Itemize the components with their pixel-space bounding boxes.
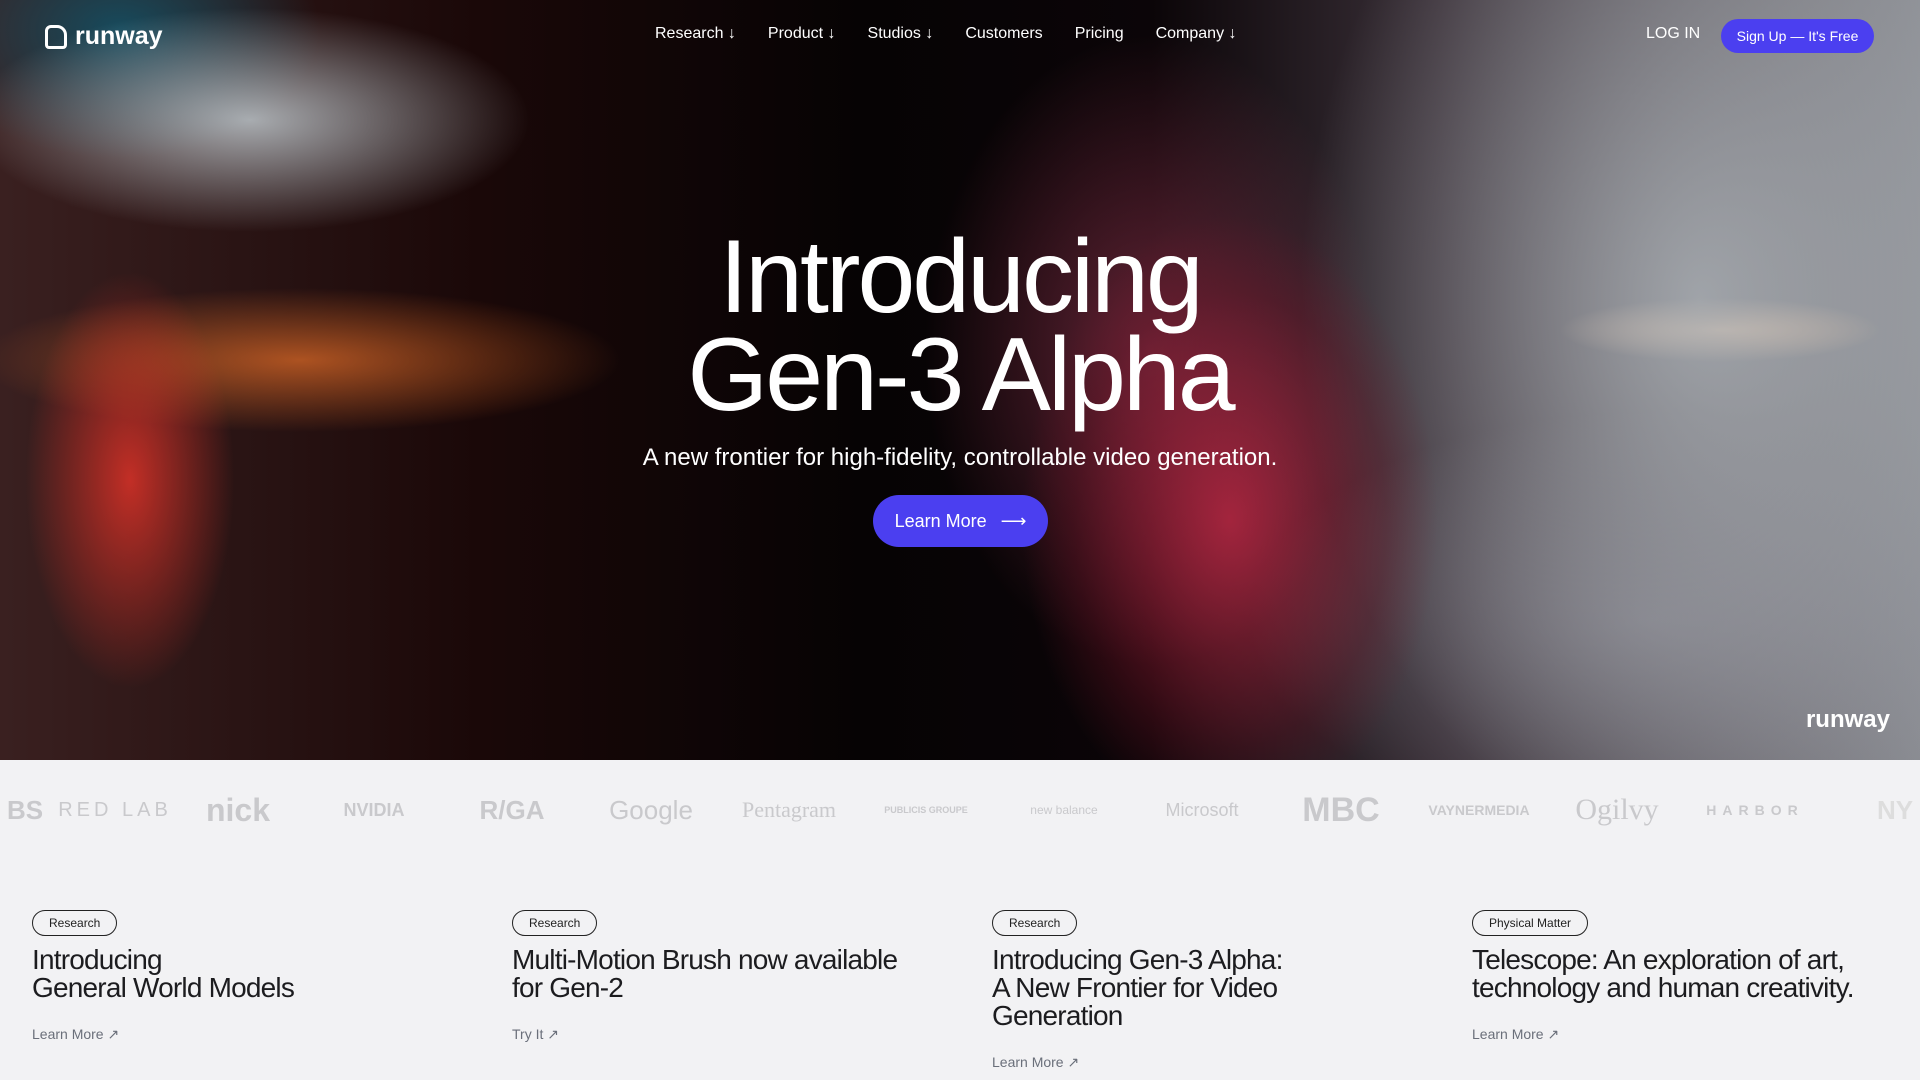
top-nav: runway Research ↓ Product ↓ Studios ↓ Cu… <box>0 0 1920 70</box>
learn-more-label: Learn More <box>894 510 987 531</box>
nav-pricing[interactable]: Pricing <box>1075 25 1124 43</box>
nav-company[interactable]: Company ↓ <box>1156 25 1237 43</box>
runway-logo-icon <box>45 24 67 49</box>
card-link[interactable]: Learn More ↗ <box>1472 1026 1892 1043</box>
nav-product[interactable]: Product ↓ <box>768 25 836 43</box>
nav-customers[interactable]: Customers <box>965 25 1042 43</box>
news-card[interactable]: Research Introducing General World Model… <box>32 910 452 1043</box>
signup-button[interactable]: Sign Up — It's Free <box>1721 19 1874 53</box>
card-title: Multi-Motion Brush now available for Gen… <box>512 944 898 1003</box>
login-link[interactable]: LOG IN <box>1646 25 1700 43</box>
logo-rga: R/GA <box>479 794 545 825</box>
logo-ogilvy: Ogilvy <box>1575 793 1659 826</box>
hero-title: Introducing Gen-3 Alpha <box>0 219 1920 433</box>
brand-name: runway <box>75 22 163 50</box>
logo-red-lab: RED LAB <box>58 798 172 821</box>
hero-title-line1: Introducing <box>719 219 1204 335</box>
card-title: Introducing Gen-3 Alpha: A New Frontier … <box>992 944 1283 1031</box>
logo-yankees: NY <box>1876 794 1914 825</box>
card-link[interactable]: Learn More ↗ <box>32 1026 452 1043</box>
runway-watermark: runway <box>1805 706 1890 733</box>
card-link[interactable]: Try It ↗ <box>512 1026 932 1043</box>
logo-nick: nick <box>205 791 271 828</box>
runway-logo[interactable]: runway <box>45 22 163 51</box>
logo-nvidia: NVIDIA <box>343 799 405 820</box>
logo-new-balance: new balance <box>1030 803 1098 817</box>
logo-microsoft: Microsoft <box>1165 799 1239 820</box>
logo-harbor: HARBOR <box>1706 802 1804 818</box>
tag-badge: Research <box>992 910 1078 936</box>
hero-title-line2: Gen-3 Alpha <box>687 317 1235 433</box>
logo-cbs: BS <box>6 794 44 825</box>
tag-badge: Research <box>32 910 118 936</box>
card-link[interactable]: Learn More ↗ <box>992 1054 1412 1071</box>
logo-publicis: PUBLICIS GROUPE <box>884 805 968 815</box>
learn-more-button[interactable]: Learn More ⟶ <box>873 495 1048 547</box>
hero-subtitle: A new frontier for high-fidelity, contro… <box>642 444 1278 471</box>
tag-badge: Physical Matter <box>1472 910 1589 936</box>
arrow-right-icon: ⟶ <box>1000 510 1027 531</box>
logo-mbc: MBC <box>1302 790 1380 829</box>
nav-studios[interactable]: Studios ↓ <box>868 25 934 43</box>
news-card[interactable]: Physical Matter Telescope: An exploratio… <box>1472 910 1892 1043</box>
logo-google: Google <box>609 794 693 825</box>
logo-pentagram: Pentagram <box>741 797 837 822</box>
hero-section: runway Research ↓ Product ↓ Studios ↓ Cu… <box>0 0 1920 760</box>
news-card[interactable]: Research Multi-Motion Brush now availabl… <box>512 910 932 1043</box>
nav-research[interactable]: Research ↓ <box>655 25 736 43</box>
tag-badge: Research <box>512 910 598 936</box>
news-card[interactable]: Research Introducing Gen-3 Alpha: A New … <box>992 910 1412 1071</box>
logo-vaynermedia: VAYNERMEDIA <box>1428 802 1530 818</box>
customer-logo-strip: BS RED LAB nick NVIDIA R/GA Google Penta… <box>0 760 1920 860</box>
card-title: Introducing General World Models <box>32 944 295 1003</box>
card-title: Telescope: An exploration of art, techno… <box>1472 944 1854 1003</box>
